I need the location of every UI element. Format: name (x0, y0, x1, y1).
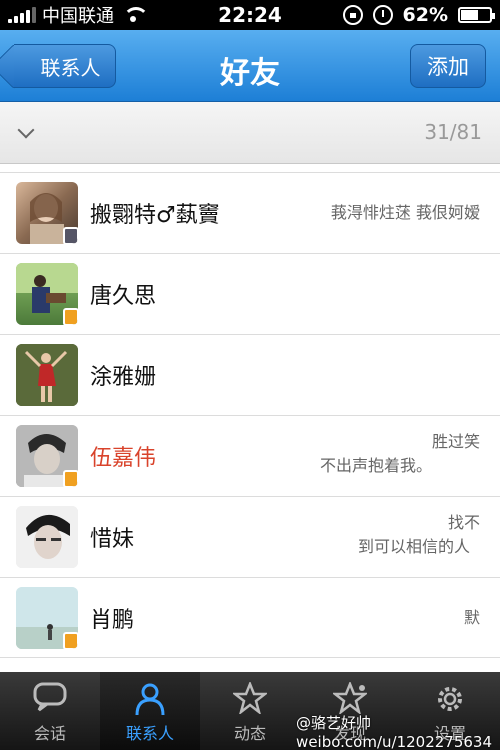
add-friend-button[interactable]: 添加 (410, 44, 486, 88)
phone-online-icon (63, 227, 78, 244)
tab-feed[interactable]: 动态 (200, 672, 300, 750)
discover-star-icon (333, 682, 367, 714)
tab-label: 会话 (33, 724, 66, 743)
watermark-name: @骆艺好帅 (296, 714, 372, 732)
contact-name: 涂雅姗 (90, 365, 157, 390)
back-button-wrapper[interactable]: 联系人 (14, 44, 116, 88)
tab-label: 动态 (233, 724, 266, 743)
qq-online-icon (63, 470, 78, 487)
gear-icon (438, 687, 462, 711)
battery-icon (458, 7, 495, 23)
avatar (16, 344, 78, 406)
rotation-lock-icon (342, 5, 363, 25)
star-icon (233, 682, 267, 714)
contact-name: 伍嘉伟 (90, 446, 157, 471)
contact-signature: 默 (463, 608, 480, 627)
contact-row[interactable]: 惜妹 找不 到可以相信的人 (0, 496, 500, 577)
avatar (16, 182, 78, 244)
contact-name: 惜妹 (90, 527, 135, 552)
tab-label: 联系人 (125, 724, 174, 743)
tab-conversations[interactable]: 会话 (0, 672, 100, 750)
wifi-icon (122, 7, 149, 23)
contact-row[interactable]: 搬翾特♂蓺竇 莪淂悱炷蒁 莪佷妸嫒 (0, 172, 500, 253)
person-icon (135, 683, 165, 716)
avatar (16, 587, 78, 649)
avatar (16, 263, 78, 325)
contact-signature: 莪淂悱炷蒁 莪佷妸嫒 (330, 203, 480, 222)
chat-bubble-icon (33, 682, 67, 712)
contact-signature-line1: 找不 (447, 513, 480, 532)
nav-bar: 联系人 好友 添加 (0, 30, 500, 102)
avatar-photo (16, 506, 78, 568)
watermark: @骆艺好帅 weibo.com/u/1202275634 (296, 712, 492, 750)
tab-contacts[interactable]: 联系人 (100, 672, 200, 750)
contact-list: 搬翾特♂蓺竇 莪淂悱炷蒁 莪佷妸嫒 唐久思 涂雅姗 伍嘉伟 胜过笑 不出声抱着我… (0, 172, 500, 658)
contact-name: 肖鹏 (90, 608, 135, 633)
avatar-photo (16, 344, 78, 406)
contact-row[interactable]: 肖鹏 默 (0, 577, 500, 658)
back-button[interactable]: 联系人 (14, 44, 116, 88)
contact-signature-line2: 到可以相信的人 (357, 537, 470, 556)
contact-name: 搬翾特♂蓺竇 (90, 203, 220, 228)
qq-online-icon (63, 632, 78, 649)
avatar (16, 506, 78, 568)
group-header[interactable]: 31/81 (0, 102, 500, 164)
alarm-icon (372, 5, 393, 25)
contact-name: 唐久思 (90, 284, 157, 309)
contact-row[interactable]: 涂雅姗 (0, 334, 500, 415)
avatar (16, 425, 78, 487)
battery-percent: 62% (402, 4, 448, 26)
carrier-name: 中国联通 (42, 6, 114, 27)
contact-row[interactable]: 伍嘉伟 胜过笑 不出声抱着我。 (0, 415, 500, 496)
group-online-count: 31/81 (424, 120, 482, 144)
watermark-url: weibo.com/u/1202275634 (296, 733, 492, 750)
battery-fill (461, 10, 479, 20)
contact-row[interactable]: 唐久思 (0, 253, 500, 334)
qq-online-icon (63, 308, 78, 325)
contact-signature-line2: 不出声抱着我。 (319, 456, 432, 475)
signal-strength-icon (8, 7, 36, 23)
status-bar: 中国联通 22:24 62% (0, 0, 500, 30)
contact-signature-line1: 胜过笑 (431, 432, 480, 451)
chevron-down-icon[interactable] (17, 121, 35, 139)
